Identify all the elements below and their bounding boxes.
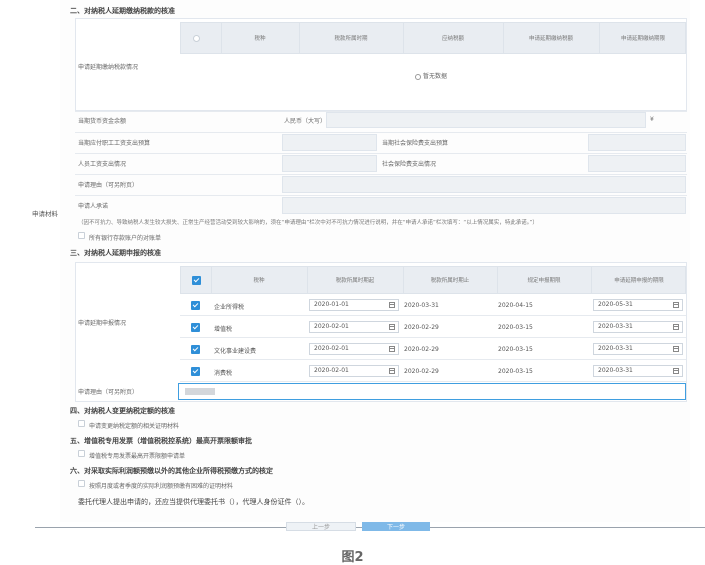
section-4-title: 四、对纳税人变更纳税定额的核准 [70, 407, 175, 415]
defer-declaration-table-header: 税种 税款所属时期起 税款所属时期止 规定申报期限 申请延期申报的期限 [180, 266, 686, 294]
wage-actual-input[interactable] [282, 155, 377, 172]
monetary-balance-label: 当期货币资金余额 [78, 118, 127, 125]
s5-checkbox[interactable] [78, 450, 85, 457]
section-6-title: 六、对采取实际利润额预缴以外的其他企业所得税预缴方式的核定 [70, 467, 273, 475]
agent-documents-line: 委托代理人提出申请的，还应当提供代理委托书（），代理人身份证件（）。 [78, 498, 309, 506]
column-header: 税种 [254, 36, 266, 42]
wage-budget-input[interactable] [282, 134, 377, 151]
start-date-picker[interactable]: 2020-02-01 [309, 365, 399, 377]
column-header: 申请延期缴纳期限 [620, 36, 665, 42]
s5-checkbox-label: 增值税专用发票最高开票限额申请单 [89, 453, 186, 460]
calendar-icon [673, 302, 679, 308]
social-budget-input[interactable] [588, 134, 686, 151]
empty-state: 暂无数据 [415, 71, 447, 80]
force-majeure-note: （因不可抗力、导致纳税人发生较大损失、正常生产经营活动受到较大影响的，须在“申请… [78, 220, 538, 226]
next-button[interactable]: 下一步 [362, 522, 430, 531]
calendar-icon [673, 324, 679, 330]
bank-statement-checkbox[interactable] [78, 232, 85, 239]
column-header: 申请延期缴纳税额 [528, 36, 573, 42]
monetary-balance-input[interactable] [326, 112, 646, 128]
application-materials-label: 申请材料 [32, 210, 58, 218]
column-header: 税款所属时期 [334, 36, 368, 42]
table-row: 消费税 2020-02-01 2020-02-29 2020-03-15 202… [180, 360, 686, 382]
tax-name: 文化事业建设费 [214, 348, 257, 355]
table-row: 企业所得税 2020-01-01 2020-03-31 2020-04-15 2… [180, 294, 686, 316]
column-header: 税种 [253, 278, 265, 284]
bank-statement-label: 所有银行存款账户的对账单 [89, 235, 162, 242]
tax-name: 企业所得税 [214, 304, 245, 311]
start-date-picker[interactable]: 2020-02-01 [309, 321, 399, 333]
calendar-icon [389, 324, 395, 330]
tax-name: 消费税 [214, 370, 233, 377]
calendar-icon [673, 346, 679, 352]
calendar-icon [673, 368, 679, 374]
empty-icon [415, 73, 421, 80]
deadline-date: 2020-03-15 [498, 368, 533, 375]
redacted-text [185, 388, 215, 395]
calendar-icon [389, 368, 395, 374]
tax-name: 增值税 [214, 326, 233, 333]
declaration-reason-input[interactable] [178, 383, 686, 400]
defer-payment-row-label: 申请延期缴纳税款情况 [78, 64, 139, 71]
table-row: 文化事业建设费 2020-02-01 2020-02-29 2020-03-15… [180, 338, 686, 360]
extended-date-picker[interactable]: 2020-03-31 [593, 365, 683, 377]
s4-checkbox[interactable] [78, 420, 85, 427]
deadline-date: 2020-04-15 [498, 302, 533, 309]
defer-payment-table-header: 税种 税款所属时期 应纳税额 申请延期缴纳税额 申请延期缴纳期限 [180, 22, 686, 54]
section-2-title: 二、对纳税人延期缴纳税款的核准 [70, 7, 175, 15]
s4-checkbox-label: 申请变更纳税定额的相关证明材料 [89, 423, 180, 430]
end-date: 2020-02-29 [404, 346, 439, 353]
extended-date-picker[interactable]: 2020-03-31 [593, 343, 683, 355]
deadline-date: 2020-03-15 [498, 346, 533, 353]
social-actual-label: 社会保险费支出情况 [382, 161, 437, 168]
select-all-checkbox[interactable] [192, 276, 201, 285]
column-header: 规定申报期限 [527, 278, 561, 284]
currency-hint: 人民币（大写） [284, 118, 327, 125]
end-date: 2020-03-31 [404, 302, 439, 309]
row-checkbox[interactable] [191, 323, 200, 332]
reason-input[interactable] [282, 176, 686, 193]
column-header: 税款所属时期起 [335, 278, 375, 284]
social-actual-input[interactable] [588, 155, 686, 172]
s6-checkbox-label: 按照月度或者季度的实际利润额预缴有困难的证明材料 [89, 483, 234, 490]
row-checkbox[interactable] [191, 345, 200, 354]
section-3-title: 三、对纳税人延期申报的核准 [70, 249, 161, 257]
extended-date-picker[interactable]: 2020-05-31 [593, 299, 683, 311]
wage-actual-label: 人员工资支出情况 [78, 161, 127, 168]
table-row: 增值税 2020-02-01 2020-02-29 2020-03-15 202… [180, 316, 686, 338]
header-select-radio[interactable] [193, 35, 200, 42]
figure-caption: 图2 [341, 550, 364, 565]
page: 二、对纳税人延期缴纳税款的核准 申请延期缴纳税款情况 税种 税款所属时期 应纳税… [0, 0, 705, 565]
currency-suffix: ¥ [650, 116, 654, 123]
section-5-title: 五、增值税专用发票（增值税税控系统）最高开票限额审批 [70, 437, 252, 445]
empty-text: 暂无数据 [423, 73, 448, 80]
column-header: 申请延期申报的期限 [614, 278, 664, 284]
calendar-icon [389, 302, 395, 308]
column-header: 税款所属时期止 [430, 278, 470, 284]
s6-checkbox[interactable] [78, 480, 85, 487]
column-header: 应纳税额 [441, 36, 464, 42]
commitment-input[interactable] [282, 197, 686, 214]
end-date: 2020-02-29 [404, 368, 439, 375]
reason-label: 申请理由（可另附页） [78, 182, 139, 189]
row-checkbox[interactable] [191, 301, 200, 310]
wage-budget-label: 当期应付职工工资支出预算 [78, 140, 151, 147]
start-date-picker[interactable]: 2020-01-01 [309, 299, 399, 311]
extended-date-picker[interactable]: 2020-03-31 [593, 321, 683, 333]
declaration-reason-label: 申请理由（可另附页） [78, 389, 139, 396]
commitment-label: 申请人承诺 [78, 203, 109, 210]
row-checkbox[interactable] [191, 367, 200, 376]
end-date: 2020-02-29 [404, 324, 439, 331]
prev-button[interactable]: 上一步 [286, 522, 356, 531]
calendar-icon [389, 346, 395, 352]
deadline-date: 2020-03-15 [498, 324, 533, 331]
defer-declaration-row-label: 申请延期申报情况 [78, 320, 127, 327]
social-budget-label: 当期社会保险费支出预算 [382, 140, 449, 147]
start-date-picker[interactable]: 2020-02-01 [309, 343, 399, 355]
